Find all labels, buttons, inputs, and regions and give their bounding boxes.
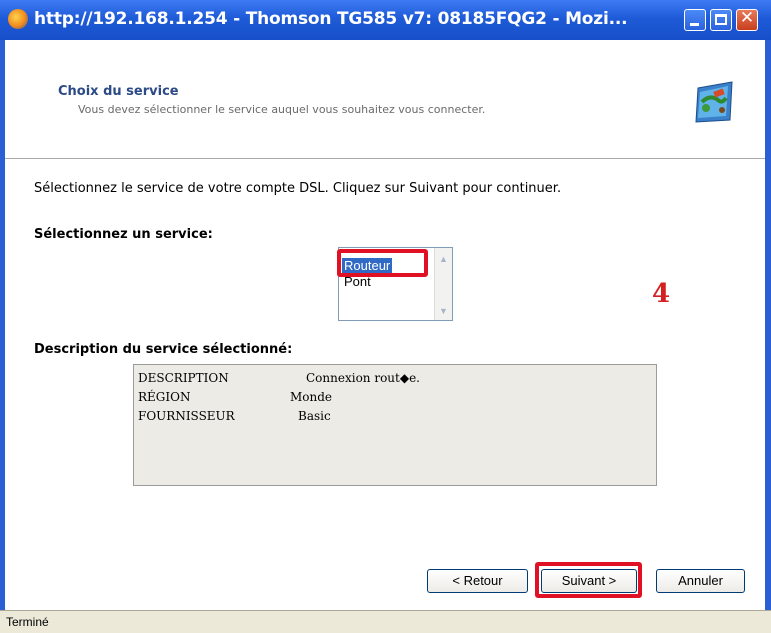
description-value: Connexion rout◆e. — [306, 371, 420, 385]
close-icon: ✕ — [739, 8, 755, 28]
window-title: http://192.168.1.254 - Thomson TG585 v7:… — [34, 9, 628, 29]
highlight-next-button — [535, 562, 642, 598]
listbox-scrollbar[interactable]: ▲ ▼ — [434, 248, 452, 320]
description-key: FOURNISSEUR — [138, 409, 235, 423]
description-box: DESCRIPTION Connexion rout◆e. RÉGION Mon… — [133, 364, 657, 486]
page-subtitle: Vous devez sélectionner le service auque… — [78, 103, 486, 116]
wizard-globe-icon — [695, 81, 733, 123]
maximize-icon — [715, 14, 727, 25]
maximize-button[interactable] — [710, 9, 732, 31]
wizard-header — [5, 40, 765, 159]
service-select-label: Sélectionnez un service: — [34, 227, 213, 242]
description-value: Basic — [298, 409, 331, 423]
cancel-button[interactable]: Annuler — [656, 569, 745, 593]
firefox-icon — [8, 9, 28, 29]
description-key: RÉGION — [138, 390, 191, 404]
close-button[interactable]: ✕ — [736, 8, 758, 31]
back-button[interactable]: < Retour — [427, 569, 528, 593]
step-number-annotation: 4 — [652, 279, 671, 309]
scroll-up-icon[interactable]: ▲ — [437, 252, 450, 266]
description-label: Description du service sélectionné: — [34, 342, 293, 357]
scroll-down-icon[interactable]: ▼ — [437, 304, 450, 318]
status-text: Terminé — [6, 615, 49, 629]
highlight-selected-service — [337, 249, 428, 277]
description-key: DESCRIPTION — [138, 371, 229, 385]
title-bar[interactable]: http://192.168.1.254 - Thomson TG585 v7:… — [0, 0, 771, 40]
page-title: Choix du service — [58, 84, 179, 99]
minimize-button[interactable] — [684, 9, 706, 31]
minimize-icon — [690, 23, 699, 26]
window-frame-right — [765, 40, 771, 616]
description-value: Monde — [290, 390, 333, 404]
status-bar: Terminé — [0, 610, 771, 633]
instruction-text: Sélectionnez le service de votre compte … — [34, 181, 562, 196]
